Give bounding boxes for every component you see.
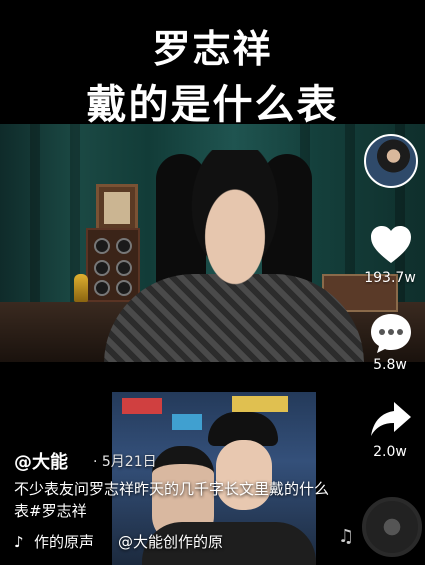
neon-sign [232,396,288,412]
comment-count: 5.8w [373,357,407,373]
watch-winder-box [86,228,140,302]
like-count: 193.7w [364,270,416,286]
video-description[interactable]: 不少表友问罗志祥昨天的几千字长文里戴的什么表#罗志祥 [14,478,334,522]
tiktok-note-icon: ♪ [14,533,24,551]
music-note-icon: ♫ [338,526,355,547]
creator-avatar[interactable] [364,134,418,188]
post-date: · 5月21日 [93,454,157,470]
share-count: 2.0w [373,444,407,460]
picture-frame [96,184,138,232]
person [180,150,290,290]
headline-line2: 戴的是什么表 [86,82,339,128]
headline-line1: 罗志祥 [152,27,273,71]
music-text: 作的原声 [34,533,95,551]
author-name[interactable]: @大能 [14,448,68,474]
neon-sign [122,398,162,414]
music-disc-icon[interactable] [362,497,422,557]
share-icon[interactable] [368,396,414,442]
music-info[interactable]: ♪ 作的原声 @大能创作的原 [14,531,223,552]
neon-sign [172,414,202,430]
video-frame[interactable] [0,124,425,362]
trophy [74,274,88,302]
heart-icon[interactable] [368,222,414,268]
comment-icon[interactable] [368,310,414,356]
music-text-scroll: @大能创作的原 [118,533,224,551]
